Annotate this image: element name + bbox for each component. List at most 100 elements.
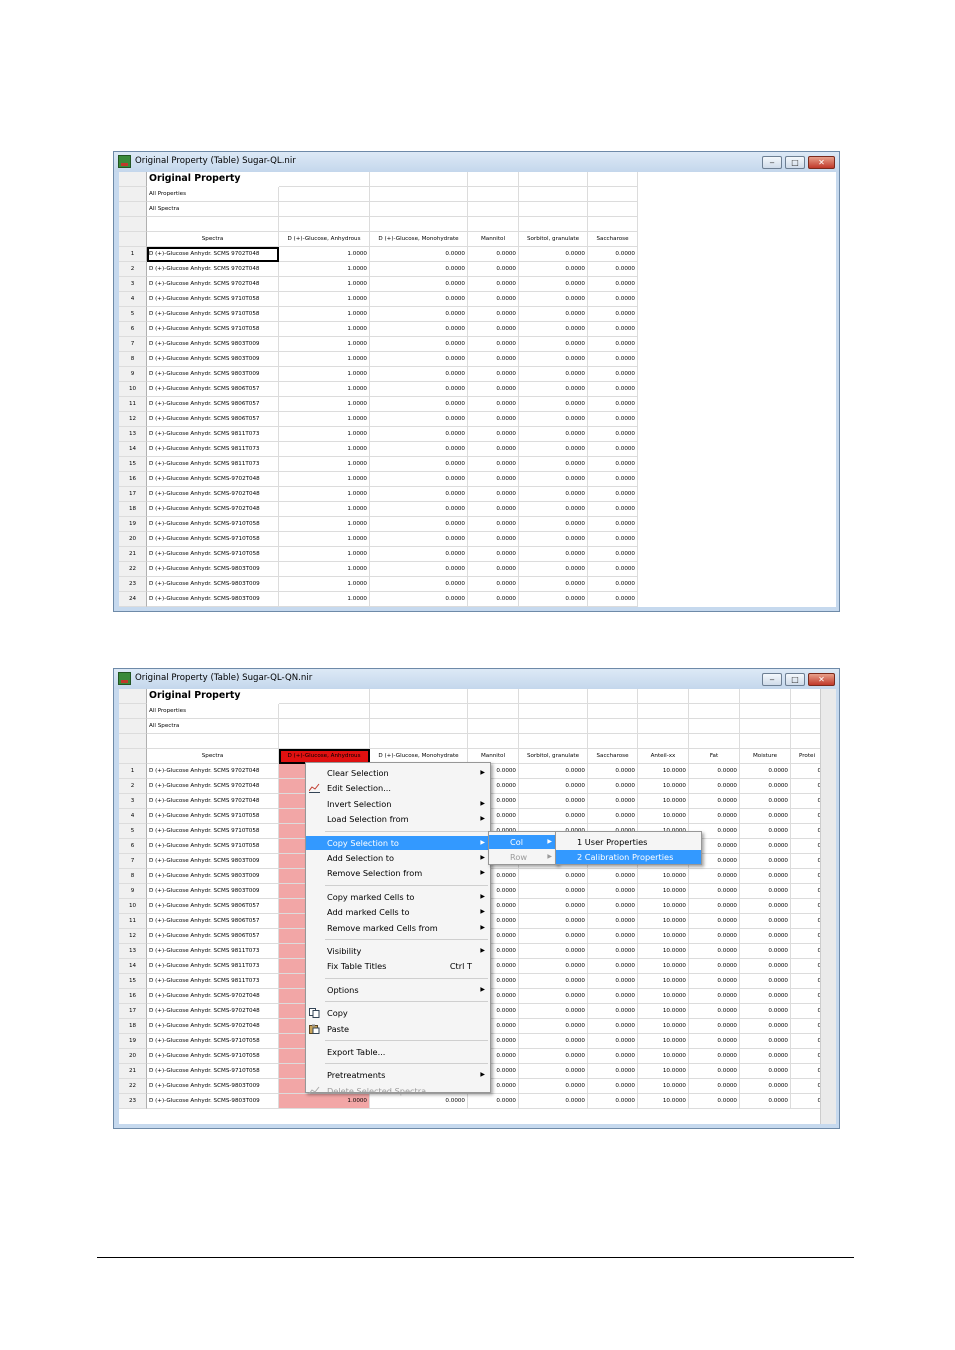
value-cell[interactable]: 0.0000 [588,532,638,547]
value-cell[interactable]: 0.0000 [519,914,588,929]
value-cell[interactable]: 0.0000 [370,412,468,427]
spectrum-name-cell[interactable]: D (+)-Glucose Anhydr. SCMS 9710T058 [147,322,279,337]
value-cell[interactable]: 0.0000 [689,794,740,809]
value-cell[interactable]: 10.0000 [638,869,689,884]
value-cell[interactable]: 0.0000 [370,487,468,502]
value-cell[interactable]: 0.0000 [689,779,740,794]
value-cell[interactable]: 1.0000 [279,367,370,382]
row-number[interactable]: 8 [119,352,147,367]
value-cell[interactable]: 0.0000 [519,307,588,322]
value-cell[interactable]: 0.0000 [519,487,588,502]
close-button[interactable]: ✕ [808,673,835,686]
value-cell[interactable]: 0.0000 [519,959,588,974]
value-cell[interactable]: 0.0000 [468,322,519,337]
value-cell[interactable]: 0.0000 [740,884,791,899]
value-cell[interactable]: 0.0000 [468,382,519,397]
value-cell[interactable]: 0.0000 [689,1004,740,1019]
value-cell[interactable]: 0.0000 [370,427,468,442]
value-cell[interactable]: 0.0000 [689,959,740,974]
value-cell[interactable]: 1.0000 [279,577,370,592]
row-number[interactable]: 6 [119,839,147,854]
spectrum-name-cell[interactable]: D (+)-Glucose Anhydr. SCMS 9811T073 [147,944,279,959]
value-cell[interactable]: 1.0000 [279,502,370,517]
row-number[interactable]: 15 [119,974,147,989]
value-cell[interactable]: 0.0000 [588,352,638,367]
menu-item[interactable]: Edit Selection... [306,781,490,795]
row-number[interactable]: 11 [119,914,147,929]
value-cell[interactable]: 0.0000 [370,307,468,322]
row-number[interactable]: 18 [119,1019,147,1034]
column-header[interactable]: Fat [689,749,740,764]
spectrum-name-cell[interactable]: D (+)-Glucose Anhydr. SCMS-9710T058 [147,1049,279,1064]
value-cell[interactable]: 0.0000 [588,809,638,824]
value-cell[interactable]: 0.0000 [468,592,519,607]
spectrum-name-cell[interactable]: D (+)-Glucose Anhydr. SCMS 9803T009 [147,869,279,884]
value-cell[interactable]: 0.0000 [468,277,519,292]
value-cell[interactable]: 0.0000 [519,1034,588,1049]
menu-item[interactable]: Copy marked Cells to ▶ [306,890,490,904]
value-cell[interactable]: 0.0000 [370,502,468,517]
row-number[interactable]: 10 [119,382,147,397]
row-number[interactable]: 9 [119,367,147,382]
menu-item[interactable]: Copy Selection to ▶ [306,835,490,850]
spectrum-name-cell[interactable]: D (+)-Glucose Anhydr. SCMS-9803T009 [147,562,279,577]
value-cell[interactable]: 0.0000 [370,577,468,592]
value-cell[interactable]: 0.0000 [370,262,468,277]
spectrum-name-cell[interactable]: D (+)-Glucose Anhydr. SCMS-9710T058 [147,532,279,547]
value-cell[interactable]: 0.0000 [468,517,519,532]
value-cell[interactable]: 0.0000 [740,1079,791,1094]
value-cell[interactable]: 0.0000 [588,929,638,944]
row-number[interactable]: 16 [119,989,147,1004]
value-cell[interactable]: 0.0000 [588,779,638,794]
value-cell[interactable]: 0.0000 [588,974,638,989]
spectrum-name-cell[interactable]: D (+)-Glucose Anhydr. SCMS 9710T058 [147,839,279,854]
value-cell[interactable]: 1.0000 [279,532,370,547]
value-cell[interactable]: 0.0000 [740,914,791,929]
row-number[interactable]: 8 [119,869,147,884]
row-number[interactable]: 13 [119,944,147,959]
value-cell[interactable]: 0.0000 [519,869,588,884]
value-cell[interactable]: 0.0000 [588,1079,638,1094]
menu-item[interactable]: Options ▶ [306,983,490,997]
value-cell[interactable]: 0.0000 [468,457,519,472]
value-cell[interactable]: 10.0000 [638,1079,689,1094]
value-cell[interactable]: 0.0000 [519,442,588,457]
row-number[interactable]: 7 [119,854,147,869]
row-number[interactable]: 17 [119,487,147,502]
menu-item[interactable]: Clear Selection ▶ [306,766,490,780]
value-cell[interactable]: 0.0000 [689,914,740,929]
value-cell[interactable]: 0.0000 [519,337,588,352]
value-cell[interactable]: 1.0000 [279,322,370,337]
value-cell[interactable]: 10.0000 [638,1034,689,1049]
value-cell[interactable]: 0.0000 [468,262,519,277]
column-header[interactable]: Moisture [740,749,791,764]
row-number[interactable]: 6 [119,322,147,337]
value-cell[interactable]: 1.0000 [279,247,370,262]
spectrum-name-cell[interactable]: D (+)-Glucose Anhydr. SCMS-9702T048 [147,1004,279,1019]
row-number[interactable]: 14 [119,959,147,974]
value-cell[interactable]: 0.0000 [588,794,638,809]
value-cell[interactable]: 0.0000 [370,562,468,577]
value-cell[interactable]: 0.0000 [689,1019,740,1034]
value-cell[interactable]: 1.0000 [279,592,370,607]
spectrum-name-cell[interactable]: D (+)-Glucose Anhydr. SCMS 9702T048 [147,764,279,779]
spectrum-name-cell[interactable]: D (+)-Glucose Anhydr. SCMS 9702T048 [147,277,279,292]
row-number[interactable]: 12 [119,929,147,944]
value-cell[interactable]: 0.0000 [519,412,588,427]
value-cell[interactable]: 0.0000 [588,277,638,292]
value-cell[interactable]: 0.0000 [588,487,638,502]
value-cell[interactable]: 0.0000 [689,1094,740,1109]
value-cell[interactable]: 0.0000 [740,809,791,824]
spectrum-name-cell[interactable]: D (+)-Glucose Anhydr. SCMS 9803T009 [147,337,279,352]
value-cell[interactable]: 0.0000 [468,577,519,592]
spectrum-name-cell[interactable]: D (+)-Glucose Anhydr. SCMS 9710T058 [147,307,279,322]
value-cell[interactable]: 0.0000 [689,1079,740,1094]
value-cell[interactable]: 0.0000 [468,352,519,367]
value-cell[interactable]: 0.0000 [689,869,740,884]
value-cell[interactable]: 0.0000 [468,337,519,352]
value-cell[interactable]: 0.0000 [588,412,638,427]
spectrum-name-cell[interactable]: D (+)-Glucose Anhydr. SCMS-9803T009 [147,577,279,592]
value-cell[interactable]: 0.0000 [468,397,519,412]
value-cell[interactable]: 1.0000 [279,472,370,487]
value-cell[interactable]: 0.0000 [468,532,519,547]
